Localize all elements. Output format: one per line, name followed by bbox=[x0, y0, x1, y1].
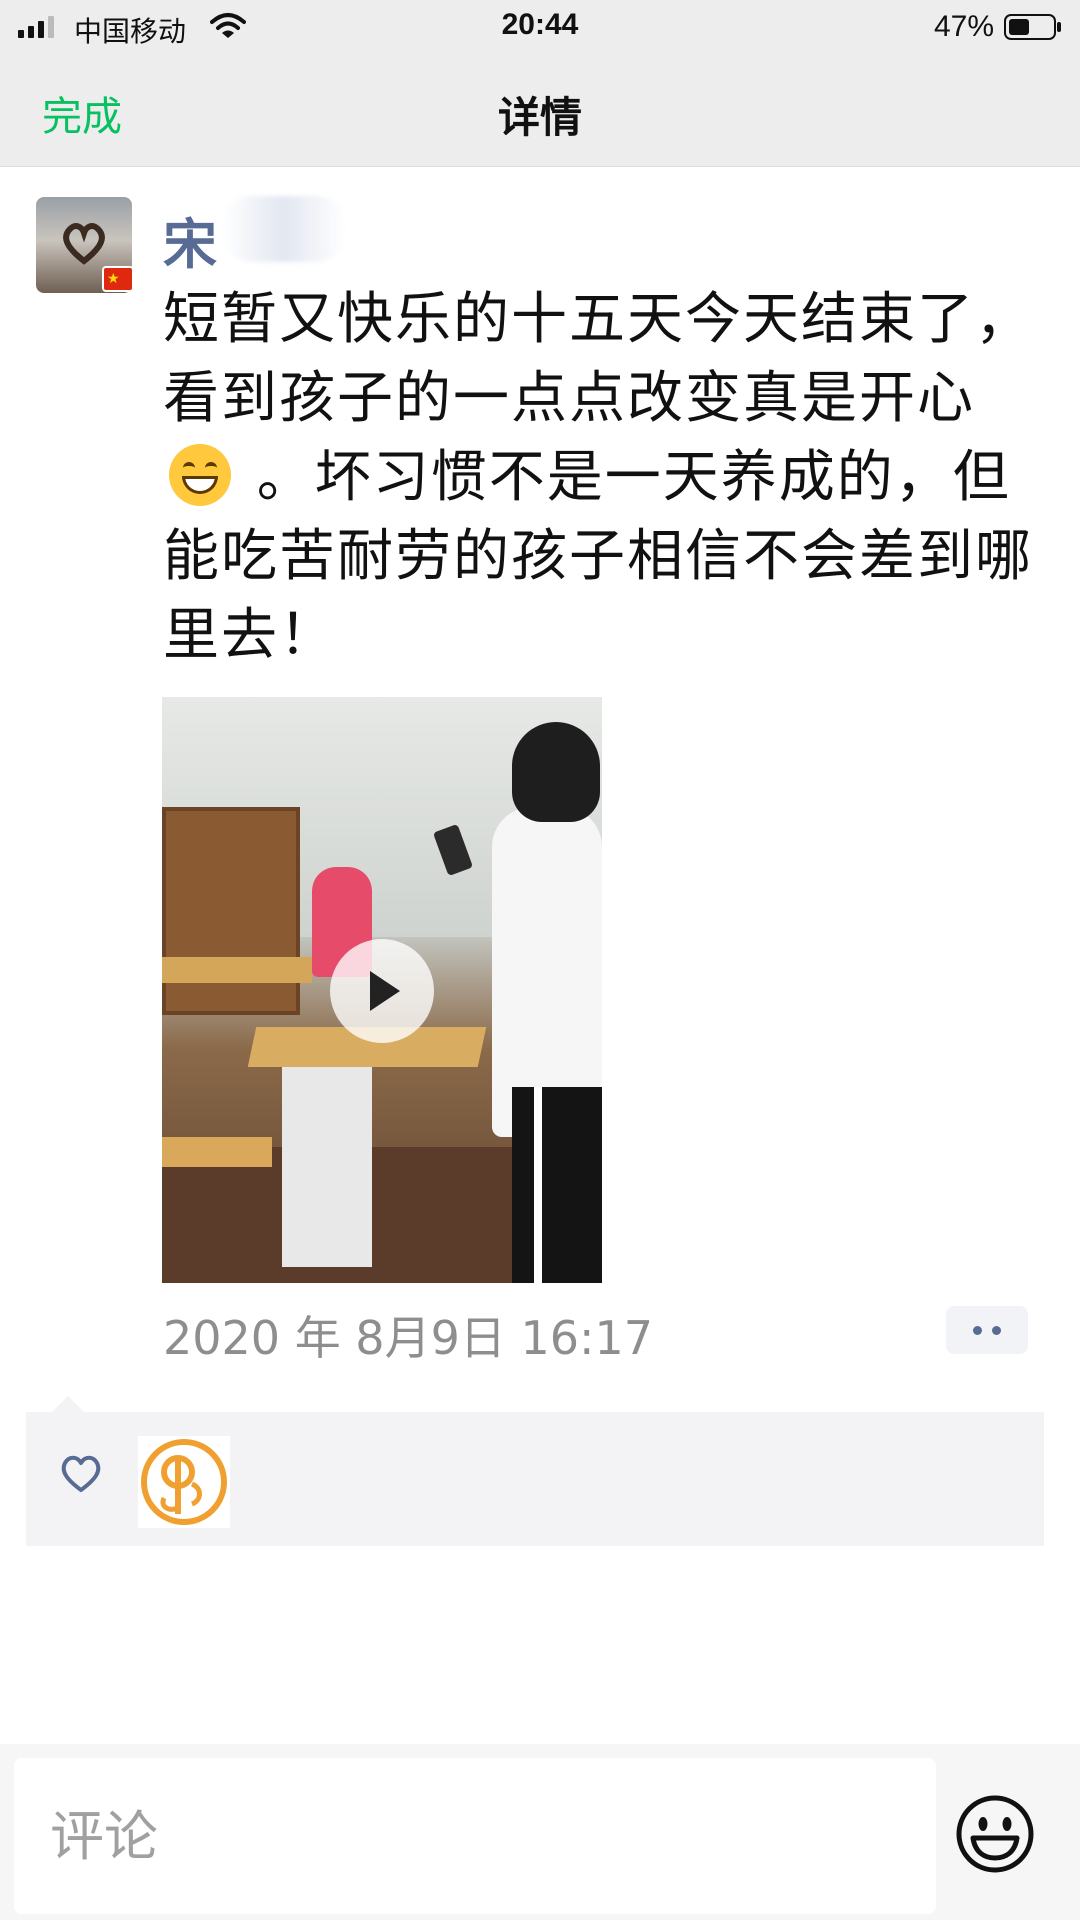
video-scene-door bbox=[162, 807, 300, 1015]
video-scene-desk bbox=[162, 957, 312, 983]
video-scene-stripe bbox=[534, 1087, 542, 1283]
likes-area bbox=[26, 1412, 1044, 1546]
heart-icon bbox=[61, 1455, 101, 1492]
username[interactable]: 宋 bbox=[163, 200, 217, 279]
post-text-part2: 。坏习惯不是一天养成的，但能吃苦耐劳的孩子相信不会差到哪里去！ bbox=[163, 445, 1033, 668]
page-title: 详情 bbox=[497, 93, 582, 142]
video-scene-head bbox=[512, 722, 600, 822]
likes-pointer bbox=[52, 1396, 84, 1412]
more-icon[interactable] bbox=[946, 1306, 1028, 1354]
nav-bar: 完成 详情 bbox=[0, 54, 1080, 167]
video-thumbnail[interactable] bbox=[162, 697, 602, 1283]
video-scene-pants bbox=[512, 1087, 602, 1283]
emoji-icon[interactable] bbox=[955, 1794, 1035, 1874]
post-text-part1: 短暂又快乐的十五天今天结束了，看到孩子的一点点改变真是开心 bbox=[163, 287, 1033, 431]
video-scene-chair bbox=[162, 1137, 272, 1167]
status-bar: 中国移动 20:44 47% bbox=[0, 0, 1080, 54]
liker-logo-icon bbox=[141, 1439, 227, 1525]
play-icon[interactable] bbox=[330, 939, 434, 1043]
flag-badge-icon: ★ bbox=[102, 266, 134, 292]
post-timestamp: 2020 年 8月9日 16:17 bbox=[163, 1311, 654, 1365]
comment-input[interactable] bbox=[14, 1758, 936, 1914]
clock: 20:44 bbox=[501, 8, 579, 41]
name-blur-mask bbox=[222, 196, 346, 262]
battery-percent: 47% bbox=[933, 10, 994, 43]
battery-icon bbox=[1004, 14, 1061, 40]
grinning-emoji-icon bbox=[169, 444, 231, 506]
heart-hands-image bbox=[63, 223, 105, 265]
liker-avatar[interactable] bbox=[138, 1436, 230, 1528]
comment-bar bbox=[0, 1744, 1080, 1920]
video-scene-desk-legs bbox=[282, 1067, 372, 1267]
post-content: 短暂又快乐的十五天今天结束了，看到孩子的一点点改变真是开心 。坏习惯不是一天养成… bbox=[163, 280, 1043, 675]
